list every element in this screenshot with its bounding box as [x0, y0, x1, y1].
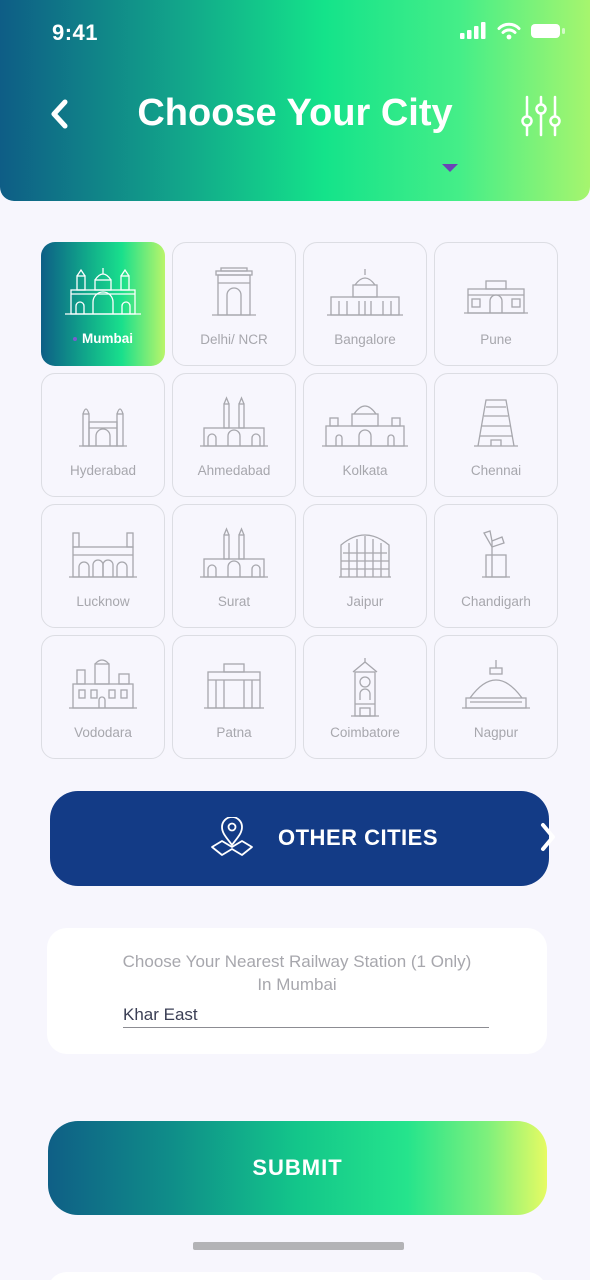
victoria-memorial-icon [322, 405, 408, 447]
city-tile-surat[interactable]: Surat [172, 504, 296, 628]
page-title: Choose Your City [137, 92, 453, 134]
temple-gopuram-icon [474, 399, 518, 447]
city-label: Surat [217, 594, 251, 609]
wifi-icon [497, 22, 521, 40]
other-cities-button[interactable]: OTHER CITIES [50, 791, 555, 886]
sliders-icon [521, 95, 561, 137]
city-label: Lucknow [76, 594, 130, 609]
city-tile-hyderabad[interactable]: Hyderabad [41, 373, 165, 497]
vidhana-soudha-icon [327, 269, 403, 316]
station-question: Choose Your Nearest Railway Station (1 O… [47, 950, 547, 996]
city-label: Chandigarh [461, 594, 531, 609]
mumbai-gateway-icon [65, 268, 141, 315]
palace-icon [69, 659, 137, 709]
city-label: Nagpur [473, 725, 519, 740]
station-question-line1: Choose Your Nearest Railway Station (1 O… [122, 952, 472, 971]
home-indicator [193, 1242, 404, 1250]
station-question-line2: In Mumbai [257, 975, 337, 994]
city-label: Hyderabad [69, 463, 137, 478]
city-tile-chandigarh[interactable]: Chandigarh [434, 504, 558, 628]
city-label: Pune [480, 332, 512, 347]
hawa-mahal-icon [339, 534, 391, 578]
submit-button[interactable]: SUBMIT [48, 1121, 547, 1215]
india-gate-icon [212, 267, 256, 316]
map-pin-icon [211, 817, 253, 856]
city-tile-bangalore[interactable]: Bangalore [303, 242, 427, 366]
station-input[interactable] [123, 1002, 489, 1028]
city-grid: Mumbai Delhi/ NCR Bangalore Pune Hyderab… [41, 242, 561, 759]
mosque-icon [200, 527, 268, 578]
city-tile-lucknow[interactable]: Lucknow [41, 504, 165, 628]
bottom-sheet-edge [47, 1272, 547, 1280]
city-tile-coimbatore[interactable]: Coimbatore [303, 635, 427, 759]
city-label: Kolkata [342, 463, 388, 478]
station-card: Choose Your Nearest Railway Station (1 O… [47, 928, 547, 1054]
city-label: Mumbai [81, 331, 133, 346]
city-tile-ahmedabad[interactable]: Ahmedabad [172, 373, 296, 497]
city-label: Chennai [470, 463, 522, 478]
clock-tower-icon [351, 658, 379, 717]
city-tile-jaipur[interactable]: Jaipur [303, 504, 427, 628]
filter-button[interactable] [519, 94, 563, 138]
city-label: Bangalore [334, 332, 396, 347]
city-label: Jaipur [346, 594, 384, 609]
status-time: 9:41 [52, 20, 99, 45]
charminar-icon [79, 408, 127, 447]
city-tile-chennai[interactable]: Chennai [434, 373, 558, 497]
city-label: Ahmedabad [197, 463, 271, 478]
building-icon [204, 663, 264, 709]
shaniwar-wada-icon [464, 280, 528, 314]
other-cities-label: OTHER CITIES [278, 825, 439, 850]
city-label: Vododara [74, 725, 132, 740]
city-tile-delhi[interactable]: Delhi/ NCR [172, 242, 296, 366]
mosque-icon [200, 396, 268, 447]
city-tile-kolkata[interactable]: Kolkata [303, 373, 427, 497]
open-hand-monument-icon [482, 530, 510, 578]
selected-dot [72, 337, 77, 342]
stupa-icon [462, 660, 530, 709]
city-label: Coimbatore [330, 725, 400, 740]
city-tile-patna[interactable]: Patna [172, 635, 296, 759]
battery-icon [531, 24, 565, 38]
city-tile-nagpur[interactable]: Nagpur [434, 635, 558, 759]
header-bar: 9:41 Choose Your City [0, 0, 590, 201]
chevron-right-icon [541, 823, 555, 851]
city-label: Patna [216, 725, 252, 740]
city-label: Delhi/ NCR [200, 332, 268, 347]
signal-icon [460, 22, 486, 39]
city-tile-mumbai[interactable]: Mumbai [41, 242, 165, 366]
city-tile-pune[interactable]: Pune [434, 242, 558, 366]
city-tile-vododara[interactable]: Vododara [41, 635, 165, 759]
rumi-darwaza-icon [69, 532, 137, 578]
status-icons [460, 22, 566, 40]
dropdown-caret-icon[interactable] [442, 164, 458, 172]
